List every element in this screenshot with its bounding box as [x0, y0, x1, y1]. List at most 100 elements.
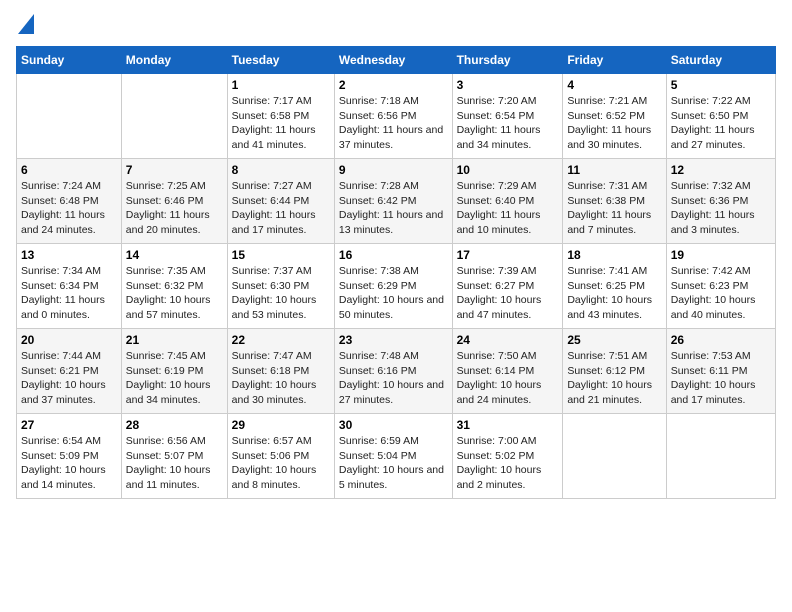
day-info: Sunrise: 7:38 AM Sunset: 6:29 PM Dayligh… — [339, 264, 448, 323]
day-number: 18 — [567, 248, 661, 262]
calendar-cell: 2 Sunrise: 7:18 AM Sunset: 6:56 PM Daylig… — [334, 74, 452, 159]
day-info: Sunrise: 7:39 AM Sunset: 6:27 PM Dayligh… — [457, 264, 559, 323]
calendar-cell — [666, 414, 775, 499]
day-number: 14 — [126, 248, 223, 262]
logo-bird-icon — [18, 14, 34, 34]
calendar-cell — [563, 414, 666, 499]
day-info: Sunrise: 6:54 AM Sunset: 5:09 PM Dayligh… — [21, 434, 117, 493]
day-number: 2 — [339, 78, 448, 92]
day-number: 10 — [457, 163, 559, 177]
calendar-cell: 18 Sunrise: 7:41 AM Sunset: 6:25 PM Dayli… — [563, 244, 666, 329]
calendar-cell: 9 Sunrise: 7:28 AM Sunset: 6:42 PM Daylig… — [334, 159, 452, 244]
day-info: Sunrise: 7:31 AM Sunset: 6:38 PM Dayligh… — [567, 179, 661, 238]
day-info: Sunrise: 7:34 AM Sunset: 6:34 PM Dayligh… — [21, 264, 117, 323]
logo — [16, 16, 34, 34]
day-info: Sunrise: 7:18 AM Sunset: 6:56 PM Dayligh… — [339, 94, 448, 153]
day-info: Sunrise: 7:20 AM Sunset: 6:54 PM Dayligh… — [457, 94, 559, 153]
day-number: 21 — [126, 333, 223, 347]
calendar-cell: 19 Sunrise: 7:42 AM Sunset: 6:23 PM Dayli… — [666, 244, 775, 329]
day-number: 19 — [671, 248, 771, 262]
day-info: Sunrise: 7:47 AM Sunset: 6:18 PM Dayligh… — [232, 349, 330, 408]
calendar-week-row: 27Sunrise: 6:54 AM Sunset: 5:09 PM Dayli… — [17, 414, 776, 499]
calendar-cell: 28 Sunrise: 6:56 AM Sunset: 5:07 PM Dayli… — [121, 414, 227, 499]
day-info: Sunrise: 7:27 AM Sunset: 6:44 PM Dayligh… — [232, 179, 330, 238]
day-info: Sunrise: 7:51 AM Sunset: 6:12 PM Dayligh… — [567, 349, 661, 408]
day-number: 4 — [567, 78, 661, 92]
calendar-cell: 24 Sunrise: 7:50 AM Sunset: 6:14 PM Dayli… — [452, 329, 563, 414]
day-number: 11 — [567, 163, 661, 177]
day-info: Sunrise: 7:00 AM Sunset: 5:02 PM Dayligh… — [457, 434, 559, 493]
weekday-header: Thursday — [452, 47, 563, 74]
calendar-cell: 22 Sunrise: 7:47 AM Sunset: 6:18 PM Dayli… — [227, 329, 334, 414]
day-info: Sunrise: 6:59 AM Sunset: 5:04 PM Dayligh… — [339, 434, 448, 493]
calendar-cell: 5Sunrise: 7:22 AM Sunset: 6:50 PM Daylig… — [666, 74, 775, 159]
day-number: 12 — [671, 163, 771, 177]
day-info: Sunrise: 7:24 AM Sunset: 6:48 PM Dayligh… — [21, 179, 117, 238]
calendar-cell: 30Sunrise: 6:59 AM Sunset: 5:04 PM Dayli… — [334, 414, 452, 499]
calendar-table: SundayMondayTuesdayWednesdayThursdayFrid… — [16, 46, 776, 499]
day-info: Sunrise: 7:44 AM Sunset: 6:21 PM Dayligh… — [21, 349, 117, 408]
day-info: Sunrise: 7:50 AM Sunset: 6:14 PM Dayligh… — [457, 349, 559, 408]
calendar-week-row: 13 Sunrise: 7:34 AM Sunset: 6:34 PM Dayli… — [17, 244, 776, 329]
day-number: 22 — [232, 333, 330, 347]
day-info: Sunrise: 7:37 AM Sunset: 6:30 PM Dayligh… — [232, 264, 330, 323]
day-info: Sunrise: 7:28 AM Sunset: 6:42 PM Dayligh… — [339, 179, 448, 238]
calendar-week-row: 1 Sunrise: 7:17 AM Sunset: 6:58 PM Daylig… — [17, 74, 776, 159]
day-info: Sunrise: 7:17 AM Sunset: 6:58 PM Dayligh… — [232, 94, 330, 153]
calendar-cell: 11 Sunrise: 7:31 AM Sunset: 6:38 PM Dayli… — [563, 159, 666, 244]
day-info: Sunrise: 7:25 AM Sunset: 6:46 PM Dayligh… — [126, 179, 223, 238]
calendar-cell: 17 Sunrise: 7:39 AM Sunset: 6:27 PM Dayli… — [452, 244, 563, 329]
calendar-cell: 21 Sunrise: 7:45 AM Sunset: 6:19 PM Dayli… — [121, 329, 227, 414]
day-info: Sunrise: 6:57 AM Sunset: 5:06 PM Dayligh… — [232, 434, 330, 493]
day-info: Sunrise: 7:48 AM Sunset: 6:16 PM Dayligh… — [339, 349, 448, 408]
day-info: Sunrise: 7:21 AM Sunset: 6:52 PM Dayligh… — [567, 94, 661, 153]
day-number: 28 — [126, 418, 223, 432]
day-info: Sunrise: 6:56 AM Sunset: 5:07 PM Dayligh… — [126, 434, 223, 493]
day-number: 6 — [21, 163, 117, 177]
calendar-cell: 6 Sunrise: 7:24 AM Sunset: 6:48 PM Daylig… — [17, 159, 122, 244]
day-number: 24 — [457, 333, 559, 347]
calendar-cell — [121, 74, 227, 159]
day-number: 29 — [232, 418, 330, 432]
calendar-cell: 20Sunrise: 7:44 AM Sunset: 6:21 PM Dayli… — [17, 329, 122, 414]
calendar-cell: 31Sunrise: 7:00 AM Sunset: 5:02 PM Dayli… — [452, 414, 563, 499]
day-number: 3 — [457, 78, 559, 92]
calendar-cell: 23 Sunrise: 7:48 AM Sunset: 6:16 PM Dayli… — [334, 329, 452, 414]
calendar-week-row: 20Sunrise: 7:44 AM Sunset: 6:21 PM Dayli… — [17, 329, 776, 414]
calendar-cell: 25 Sunrise: 7:51 AM Sunset: 6:12 PM Dayli… — [563, 329, 666, 414]
day-number: 1 — [232, 78, 330, 92]
weekday-header: Saturday — [666, 47, 775, 74]
day-info: Sunrise: 7:41 AM Sunset: 6:25 PM Dayligh… — [567, 264, 661, 323]
day-info: Sunrise: 7:42 AM Sunset: 6:23 PM Dayligh… — [671, 264, 771, 323]
weekday-header: Sunday — [17, 47, 122, 74]
day-number: 25 — [567, 333, 661, 347]
calendar-cell: 13 Sunrise: 7:34 AM Sunset: 6:34 PM Dayli… — [17, 244, 122, 329]
day-number: 7 — [126, 163, 223, 177]
calendar-week-row: 6 Sunrise: 7:24 AM Sunset: 6:48 PM Daylig… — [17, 159, 776, 244]
calendar-cell: 29 Sunrise: 6:57 AM Sunset: 5:06 PM Dayli… — [227, 414, 334, 499]
calendar-cell: 15 Sunrise: 7:37 AM Sunset: 6:30 PM Dayli… — [227, 244, 334, 329]
page-header — [16, 16, 776, 34]
day-number: 26 — [671, 333, 771, 347]
weekday-header: Wednesday — [334, 47, 452, 74]
day-number: 23 — [339, 333, 448, 347]
day-number: 13 — [21, 248, 117, 262]
day-number: 16 — [339, 248, 448, 262]
day-number: 15 — [232, 248, 330, 262]
weekday-header-row: SundayMondayTuesdayWednesdayThursdayFrid… — [17, 47, 776, 74]
day-number: 5 — [671, 78, 771, 92]
day-number: 9 — [339, 163, 448, 177]
day-info: Sunrise: 7:53 AM Sunset: 6:11 PM Dayligh… — [671, 349, 771, 408]
calendar-cell — [17, 74, 122, 159]
calendar-cell: 4 Sunrise: 7:21 AM Sunset: 6:52 PM Daylig… — [563, 74, 666, 159]
day-info: Sunrise: 7:32 AM Sunset: 6:36 PM Dayligh… — [671, 179, 771, 238]
day-info: Sunrise: 7:45 AM Sunset: 6:19 PM Dayligh… — [126, 349, 223, 408]
calendar-cell: 8Sunrise: 7:27 AM Sunset: 6:44 PM Daylig… — [227, 159, 334, 244]
weekday-header: Monday — [121, 47, 227, 74]
calendar-cell: 26 Sunrise: 7:53 AM Sunset: 6:11 PM Dayli… — [666, 329, 775, 414]
day-info: Sunrise: 7:35 AM Sunset: 6:32 PM Dayligh… — [126, 264, 223, 323]
calendar-cell: 14 Sunrise: 7:35 AM Sunset: 6:32 PM Dayli… — [121, 244, 227, 329]
weekday-header: Friday — [563, 47, 666, 74]
day-number: 17 — [457, 248, 559, 262]
weekday-header: Tuesday — [227, 47, 334, 74]
